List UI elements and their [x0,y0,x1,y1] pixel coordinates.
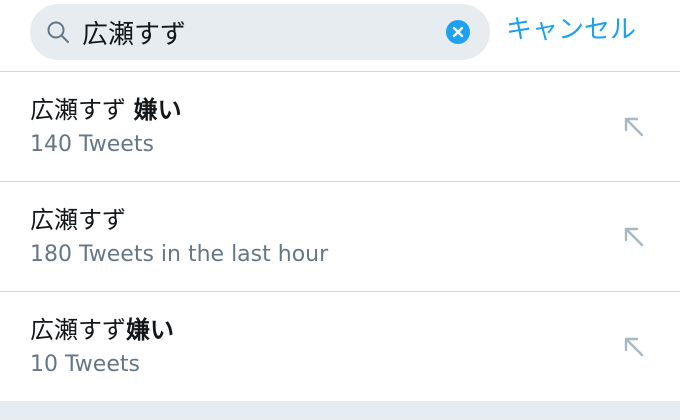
suggestion-title: 広瀬すず嫌い [30,314,174,346]
search-icon [47,21,69,43]
suggestion-query: 広瀬すず [30,316,126,344]
suggestion-tweet-count: 180 Tweets in the last hour [30,242,329,267]
suggestion-row[interactable]: 広瀬すず 嫌い 140 Tweets [0,72,680,181]
suggestion-query: 広瀬すず [30,96,134,124]
search-field[interactable] [30,4,490,60]
cancel-button[interactable]: キャンセル [506,12,636,48]
suggestion-row[interactable]: 広瀬すず 180 Tweets in the last hour [0,182,680,291]
suggestion-completion: 嫌い [133,96,182,124]
suggestion-title: 広瀬すず 嫌い [30,94,182,126]
suggestion-title: 広瀬すず [30,204,126,236]
footer-band [0,401,680,420]
suggestion-query: 広瀬すず [30,206,126,234]
suggestion-tweet-count: 10 Tweets [30,352,140,377]
suggestion-tweet-count: 140 Tweets [30,132,154,157]
suggestion-completion: 嫌い [126,316,174,344]
arrow-up-left-icon[interactable] [620,333,646,359]
search-input[interactable] [82,4,432,60]
arrow-up-left-icon[interactable] [620,113,646,139]
arrow-up-left-icon[interactable] [620,223,646,249]
clear-icon[interactable] [446,20,470,44]
suggestion-row[interactable]: 広瀬すず嫌い 10 Tweets [0,292,680,401]
search-bar: キャンセル [0,0,680,72]
